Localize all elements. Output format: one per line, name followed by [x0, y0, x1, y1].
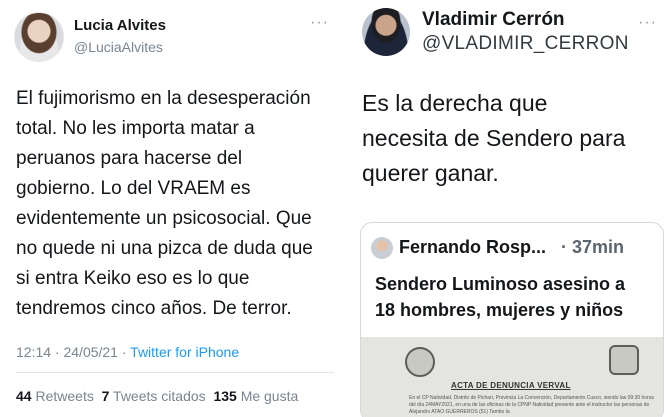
quoted-author-name: Fernando Rosp...: [399, 237, 547, 257]
tweet-text-line: evidentemente un psicosocial. Que: [16, 208, 312, 229]
tweet-text-line: Es la derecha que: [362, 90, 548, 116]
retweets-count: 44: [16, 388, 32, 404]
divider: [16, 372, 334, 373]
tweet-text-line: querer ganar.: [362, 160, 499, 186]
author-name[interactable]: Vladimir Cerrón: [422, 9, 565, 31]
right-tweet-card: Vladimir Cerrón @VLADIMIR_CERRON ··· Es …: [346, 0, 668, 417]
quoted-tweet[interactable]: Fernando Rosp... · 37min Sendero Luminos…: [360, 222, 664, 417]
quoted-text-line: Sendero Luminoso asesino a: [375, 274, 626, 294]
tweet-text-line: gobierno. Lo del VRAEM es: [16, 178, 251, 199]
tweet-text-line: El fujimorismo en la desesperación: [16, 88, 311, 109]
seal-icon: [405, 347, 435, 377]
source-link[interactable]: Twitter for iPhone: [130, 344, 239, 360]
avatar[interactable]: [362, 8, 410, 56]
left-tweet-card: Lucia Alvites @LuciaAlvites ··· El fujim…: [0, 0, 340, 417]
likes-count: 135: [213, 388, 237, 404]
tweet-text-line: no quede ni una pizca de duda que: [16, 238, 313, 259]
tweet-text-line: necesita de Sendero para: [362, 125, 626, 151]
quoted-text: Sendero Luminoso asesino a 18 hombres, m…: [375, 271, 659, 323]
author-name[interactable]: Lucia Alvites: [74, 17, 166, 34]
quotes-stat[interactable]: 7 Tweets citados: [102, 388, 206, 404]
emblem-icon: [609, 345, 639, 375]
engagement-stats: 44 Retweets 7 Tweets citados 135 Me gust…: [16, 388, 298, 404]
quoted-document-image: ACTA DE DENUNCIA VERVAL En el CP Nativid…: [361, 337, 663, 417]
tweet-meta: 12:14 · 24/05/21 · Twitter for iPhone: [16, 344, 239, 360]
quoted-tweet-header: Fernando Rosp... · 37min: [371, 236, 657, 260]
author-handle[interactable]: @VLADIMIR_CERRON: [422, 33, 629, 55]
document-title: ACTA DE DENUNCIA VERVAL: [451, 381, 571, 390]
quoted-avatar: [371, 237, 393, 259]
tweet-text-line: peruanos para hacerse del: [16, 148, 243, 169]
retweets-label: Retweets: [35, 388, 94, 404]
tweet-text: Es la derecha que necesita de Sendero pa…: [362, 86, 662, 191]
avatar[interactable]: [14, 12, 64, 62]
likes-label: Me gusta: [240, 388, 299, 404]
more-options-icon[interactable]: ···: [310, 14, 329, 32]
retweets-stat[interactable]: 44 Retweets: [16, 388, 94, 404]
quoted-text-line: 18 hombres, mujeres y niños: [375, 300, 624, 320]
author-handle[interactable]: @LuciaAlvites: [74, 39, 163, 55]
tweet-text-line: tendremos cinco años. De terror.: [16, 298, 292, 319]
quoted-time: · 37min: [561, 237, 625, 257]
tweet-text: El fujimorismo en la desesperación total…: [16, 84, 334, 324]
tweet-text-line: total. No les importa matar a: [16, 118, 255, 139]
likes-stat[interactable]: 135 Me gusta: [213, 388, 298, 404]
timestamp[interactable]: 12:14 · 24/05/21 ·: [16, 344, 130, 360]
quotes-label: Tweets citados: [113, 388, 206, 404]
more-options-icon[interactable]: ···: [638, 14, 657, 32]
tweet-text-line: si entra Keiko eso es lo que: [16, 268, 250, 289]
document-body: En el CP Natividad, Distrito de Pichari,…: [409, 395, 655, 415]
quotes-count: 7: [101, 388, 110, 404]
